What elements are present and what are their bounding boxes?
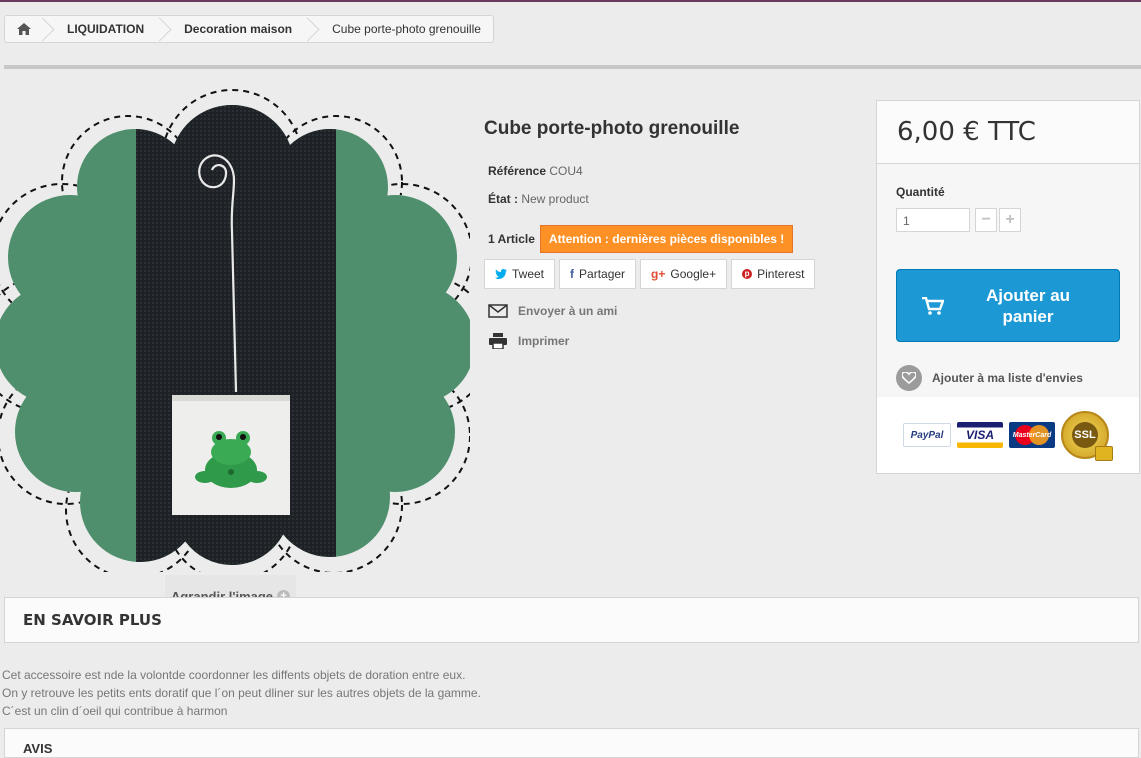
product-description: Cet accessoire est nde la volontde coord… bbox=[2, 666, 481, 720]
pinterest-label: Pinterest bbox=[757, 267, 805, 281]
payment-logos: PayPal VISA MasterCard SSL bbox=[903, 411, 1113, 461]
product-condition: État : New product bbox=[488, 192, 589, 206]
pinterest-icon: p bbox=[742, 269, 753, 279]
print-link[interactable]: Imprimer bbox=[488, 333, 569, 349]
reference-value: COU4 bbox=[549, 164, 583, 178]
stock-info: 1 Article Attention : dernières pièces d… bbox=[488, 225, 794, 253]
condition-value: New product bbox=[521, 192, 589, 206]
product-title: Cube porte-photo grenouille bbox=[484, 118, 740, 139]
ssl-label: SSL bbox=[1072, 422, 1098, 448]
home-icon bbox=[17, 23, 31, 35]
breadcrumb-item-liquidation[interactable]: LIQUIDATION bbox=[45, 16, 162, 42]
send-to-friend-link[interactable]: Envoyer à un ami bbox=[488, 304, 617, 318]
mastercard-logo: MasterCard bbox=[1009, 422, 1055, 448]
quantity-input[interactable]: 1 bbox=[896, 208, 970, 232]
add-to-wishlist-link[interactable]: Ajouter à ma liste d'envies bbox=[896, 365, 1083, 391]
visa-logo: VISA bbox=[957, 422, 1003, 448]
padlock-icon bbox=[1095, 446, 1113, 461]
google-plus-icon: g+ bbox=[651, 267, 666, 281]
facebook-share-button[interactable]: f Partager bbox=[559, 259, 637, 289]
google-plus-button[interactable]: g+ Google+ bbox=[640, 259, 728, 289]
tweet-label: Tweet bbox=[512, 267, 545, 281]
add-to-cart-line2: panier bbox=[1002, 306, 1054, 326]
description-line: C´est un clin d´oeil qui contribue à har… bbox=[2, 704, 228, 718]
product-price: 6,00 € TTC bbox=[897, 117, 1036, 147]
divider bbox=[4, 65, 1141, 69]
cart-icon bbox=[903, 296, 963, 315]
twitter-icon bbox=[495, 269, 507, 279]
send-to-friend-label: Envoyer à un ami bbox=[518, 304, 618, 318]
social-share-bar: Tweet f Partager g+ Google+ p Pinterest bbox=[484, 259, 816, 289]
product-reference: Référence COU4 bbox=[488, 164, 583, 178]
google-label: Google+ bbox=[670, 267, 717, 281]
reviews-heading: AVIS bbox=[4, 728, 1139, 758]
pinterest-button[interactable]: p Pinterest bbox=[731, 259, 816, 289]
heart-icon bbox=[896, 365, 922, 391]
ssl-badge-icon: SSL bbox=[1061, 411, 1113, 461]
quantity-label: Quantité bbox=[896, 185, 945, 199]
breadcrumb: LIQUIDATION Decoration maison Cube porte… bbox=[4, 15, 494, 43]
quantity-increase-button[interactable]: + bbox=[999, 208, 1021, 232]
envelope-icon bbox=[488, 304, 508, 318]
description-line: On y retrouve les petits ents doratif qu… bbox=[2, 686, 481, 700]
wishlist-label: Ajouter à ma liste d'envies bbox=[932, 371, 1083, 385]
condition-label: État : bbox=[488, 192, 518, 206]
top-border bbox=[0, 0, 1141, 2]
reference-label: Référence bbox=[488, 164, 547, 178]
buy-box: 6,00 € TTC Quantité 1 − + Ajouter au pan… bbox=[876, 100, 1140, 474]
facebook-icon: f bbox=[570, 267, 575, 281]
breadcrumb-current: Cube porte-photo grenouille bbox=[332, 22, 481, 36]
stock-count: 1 Article bbox=[488, 232, 535, 246]
mastercard-label: MasterCard bbox=[1012, 431, 1052, 439]
add-to-cart-button[interactable]: Ajouter au panier bbox=[896, 269, 1120, 342]
add-to-cart-line1: Ajouter au bbox=[985, 285, 1071, 305]
description-line: Cet accessoire est nde la volontde coord… bbox=[2, 668, 466, 682]
add-to-cart-label: Ajouter au panier bbox=[963, 285, 1113, 327]
price-area: 6,00 € TTC bbox=[877, 101, 1139, 164]
paypal-logo: PayPal bbox=[903, 423, 951, 447]
quantity-decrease-button[interactable]: − bbox=[975, 208, 997, 232]
breadcrumb-item-decoration[interactable]: Decoration maison bbox=[162, 16, 310, 42]
product-info: Cube porte-photo grenouille bbox=[484, 118, 864, 140]
printer-icon bbox=[489, 333, 507, 349]
breadcrumb-home[interactable] bbox=[5, 16, 45, 42]
product-image[interactable]: Agrandir l'image + bbox=[0, 82, 470, 617]
stock-warning-badge: Attention : dernières pièces disponibles… bbox=[539, 225, 794, 253]
share-label: Partager bbox=[579, 267, 626, 281]
more-info-heading: EN SAVOIR PLUS bbox=[4, 597, 1139, 643]
print-label: Imprimer bbox=[518, 334, 570, 348]
tweet-button[interactable]: Tweet bbox=[484, 259, 556, 289]
